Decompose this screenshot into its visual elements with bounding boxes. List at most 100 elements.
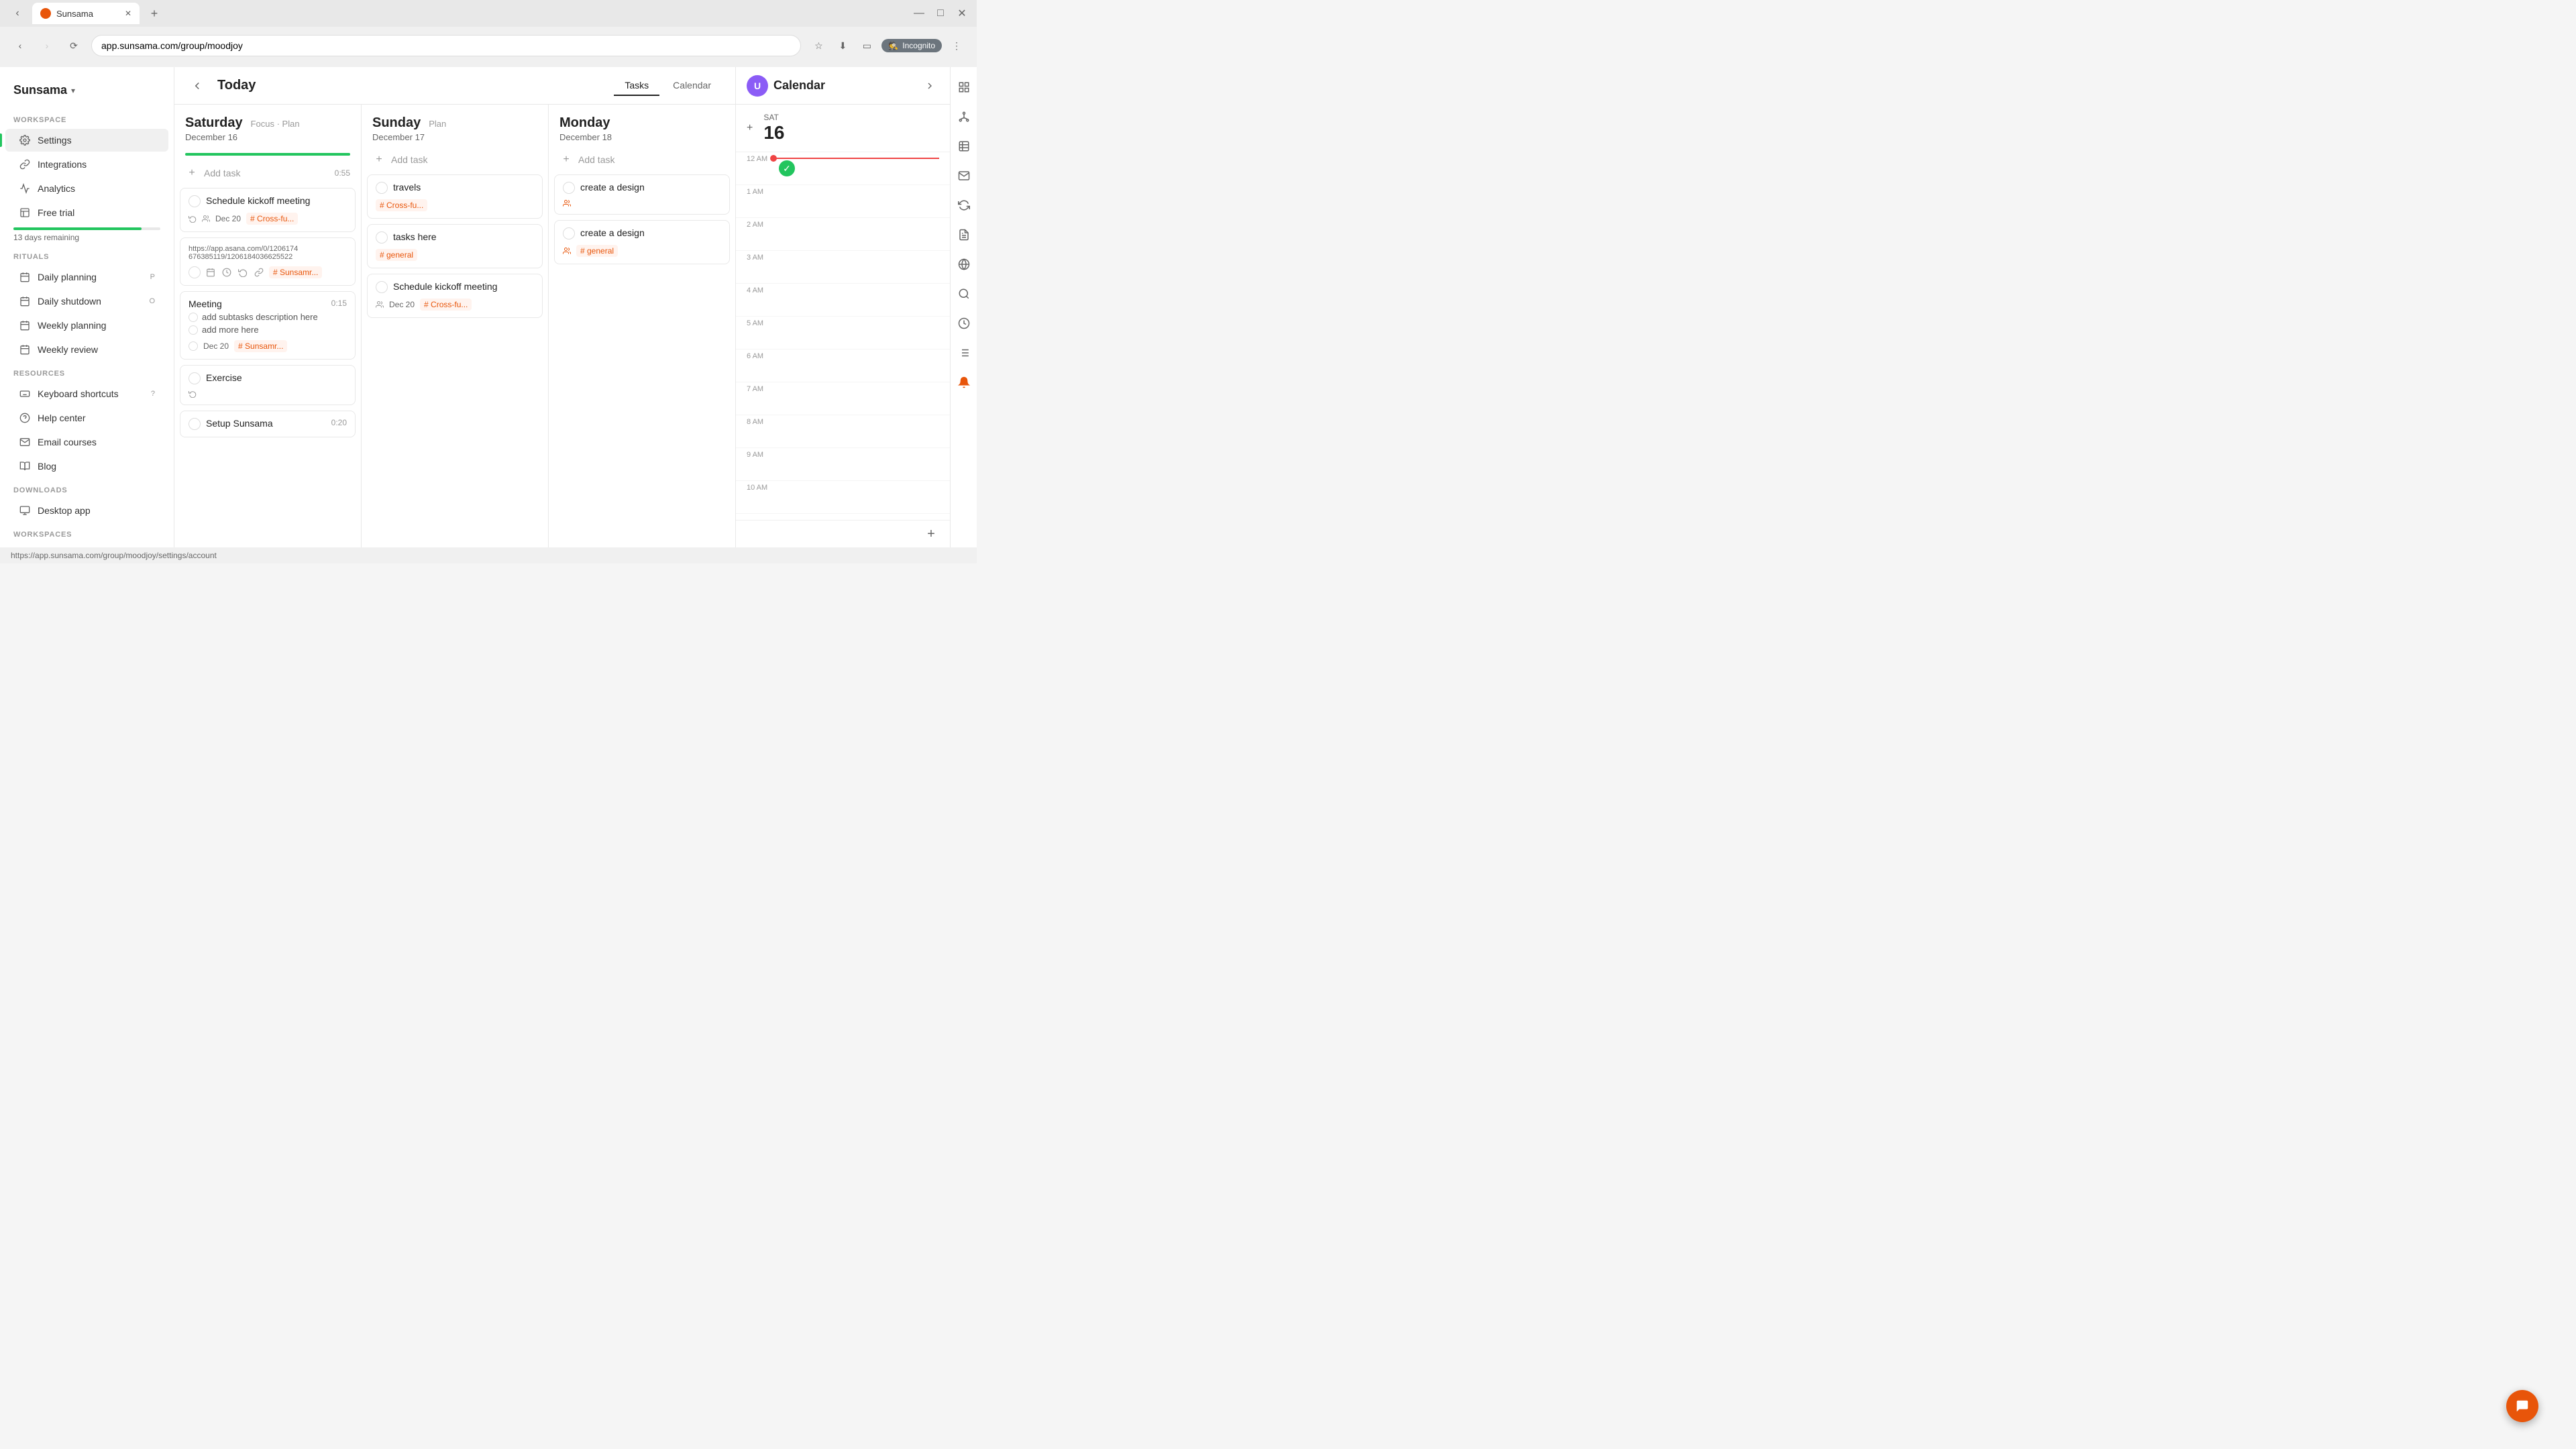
download-icon[interactable]: ⬇ — [833, 36, 852, 55]
meeting-date: Dec 20 — [203, 341, 229, 351]
maximize-button[interactable]: □ — [934, 7, 947, 20]
monday-header: Monday December 18 — [549, 105, 735, 148]
sunkickoff-check[interactable] — [376, 281, 388, 293]
add-task-label: Add task — [204, 168, 240, 178]
close-button[interactable]: ✕ — [955, 7, 969, 20]
day-column-saturday: Saturday Focus · Plan December 16 + Add … — [174, 105, 362, 547]
task-url-actions: # Sunsamr... — [189, 266, 347, 278]
task-card-sun-kickoff[interactable]: Schedule kickoff meeting Dec 20 # Cross-… — [367, 274, 543, 318]
extensions-icon[interactable]: ▭ — [857, 36, 876, 55]
sunday-name: Sunday — [372, 115, 421, 131]
chat-fab-button[interactable] — [2506, 1390, 2538, 1422]
sunday-add-task[interactable]: + Add task — [362, 148, 548, 172]
sidebar-item-keyboard-shortcuts[interactable]: Keyboard shortcuts ? — [5, 382, 168, 405]
task-card-create-design-2[interactable]: create a design # general — [554, 220, 730, 264]
header-back-button[interactable] — [188, 76, 207, 95]
task-kickoff-check[interactable] — [189, 195, 201, 207]
calendar-add-row: + — [736, 520, 950, 547]
tab-calendar[interactable]: Calendar — [662, 76, 722, 96]
location-icon[interactable] — [955, 255, 973, 274]
design1-check[interactable] — [563, 182, 575, 194]
task-taskshere-header: tasks here — [376, 231, 534, 244]
sidebar-item-help-center[interactable]: Help center — [5, 407, 168, 429]
tab-close-button[interactable]: ✕ — [125, 9, 131, 18]
sidebar-item-blog[interactable]: Blog — [5, 455, 168, 478]
task-setup-header: Setup Sunsama 0:20 — [189, 418, 347, 430]
sidebar-item-daily-planning[interactable]: Daily planning P — [5, 266, 168, 288]
clock-icon[interactable] — [955, 314, 973, 333]
task-card-url[interactable]: https://app.asana.com/0/1206174676385119… — [180, 237, 356, 286]
back-button-chrome[interactable]: ‹ — [8, 4, 27, 23]
menu-icon[interactable]: ⋮ — [947, 36, 966, 55]
sidebar-item-settings[interactable]: Settings — [5, 129, 168, 152]
task-card-travels[interactable]: travels # Cross-fu... — [367, 174, 543, 219]
daily-planning-label: Daily planning — [38, 272, 144, 282]
days-grid: Saturday Focus · Plan December 16 + Add … — [174, 105, 735, 547]
task-kickoff-date: Dec 20 — [215, 214, 241, 223]
calendar-panel-title: Calendar — [773, 78, 825, 93]
header-title: Today — [217, 78, 256, 93]
sidebar-item-free-trial[interactable]: Free trial — [5, 201, 168, 224]
sidebar-logo[interactable]: Sunsama ▾ — [0, 78, 174, 108]
task-card-kickoff[interactable]: Schedule kickoff meeting Dec 20 # Cross-… — [180, 188, 356, 232]
monday-add-task[interactable]: + Add task — [549, 148, 735, 172]
forward-button[interactable]: › — [38, 36, 56, 55]
mail-icon[interactable] — [955, 166, 973, 185]
back-button[interactable]: ‹ — [11, 36, 30, 55]
design2-check[interactable] — [563, 227, 575, 239]
search-icon[interactable] — [955, 284, 973, 303]
list-icon[interactable] — [955, 343, 973, 362]
task-card-setup-sunsama[interactable]: Setup Sunsama 0:20 — [180, 411, 356, 437]
calendar-close-button[interactable] — [920, 76, 939, 95]
network-icon[interactable] — [955, 107, 973, 126]
analytics-icon — [19, 182, 31, 195]
free-trial-icon — [19, 207, 31, 219]
task-card-tasks-here[interactable]: tasks here # general — [367, 224, 543, 268]
sidebar-item-email-courses[interactable]: Email courses — [5, 431, 168, 453]
address-bar[interactable]: app.sunsama.com/group/moodjoy — [91, 35, 801, 56]
task-card-create-design-1[interactable]: create a design — [554, 174, 730, 215]
tab-tasks[interactable]: Tasks — [614, 76, 659, 96]
sidebar-item-daily-shutdown[interactable]: Daily shutdown O — [5, 290, 168, 313]
reload-button[interactable]: ⟳ — [64, 36, 83, 55]
user-avatar[interactable]: U — [747, 75, 768, 97]
sidebar-item-integrations[interactable]: Integrations — [5, 153, 168, 176]
task-card-exercise[interactable]: Exercise — [180, 365, 356, 405]
calendar-add-button[interactable]: + — [923, 526, 939, 542]
sidebar-item-desktop-app[interactable]: Desktop app — [5, 499, 168, 522]
task-design1-meta — [563, 199, 721, 207]
grid-icon[interactable] — [955, 78, 973, 97]
subtask2-check[interactable] — [189, 325, 198, 335]
keyboard-shortcuts-badge: ? — [151, 390, 155, 398]
sidebar-item-analytics[interactable]: Analytics — [5, 177, 168, 200]
task-url-check[interactable] — [189, 266, 201, 278]
taskshere-check[interactable] — [376, 231, 388, 244]
minimize-button[interactable]: — — [912, 7, 926, 20]
bell-icon[interactable] — [955, 373, 973, 392]
table-icon[interactable] — [955, 137, 973, 156]
task-kickoff-tag: # Cross-fu... — [246, 213, 298, 225]
subtask1-check[interactable] — [189, 313, 198, 322]
sidebar-item-weekly-planning[interactable]: Weekly planning — [5, 314, 168, 337]
task-meeting-subtask1: add subtasks description here — [189, 312, 347, 322]
task-card-meeting[interactable]: Meeting 0:15 add subtasks description he… — [180, 291, 356, 360]
free-trial-fill — [13, 227, 142, 230]
monday-add-label: Add task — [578, 154, 614, 165]
sync-icon[interactable] — [955, 196, 973, 215]
main-header: Today Tasks Calendar — [174, 67, 735, 105]
weekly-review-label: Weekly review — [38, 344, 155, 355]
new-tab-button[interactable]: + — [145, 4, 164, 23]
travels-check[interactable] — [376, 182, 388, 194]
calendar-zoom-in[interactable]: + — [747, 122, 753, 134]
exercise-check[interactable] — [189, 372, 201, 384]
meeting-main-check[interactable] — [189, 341, 198, 351]
weekly-planning-label: Weekly planning — [38, 320, 155, 331]
sunday-actions: Plan — [429, 119, 446, 129]
sidebar-item-weekly-review[interactable]: Weekly review — [5, 338, 168, 361]
notes-icon[interactable] — [955, 225, 973, 244]
setup-check[interactable] — [189, 418, 201, 430]
bookmark-icon[interactable]: ☆ — [809, 36, 828, 55]
browser-tab[interactable]: Sunsama ✕ — [32, 3, 140, 24]
saturday-add-task[interactable]: + Add task 0:55 — [174, 161, 361, 185]
keyboard-shortcuts-icon — [19, 388, 31, 400]
